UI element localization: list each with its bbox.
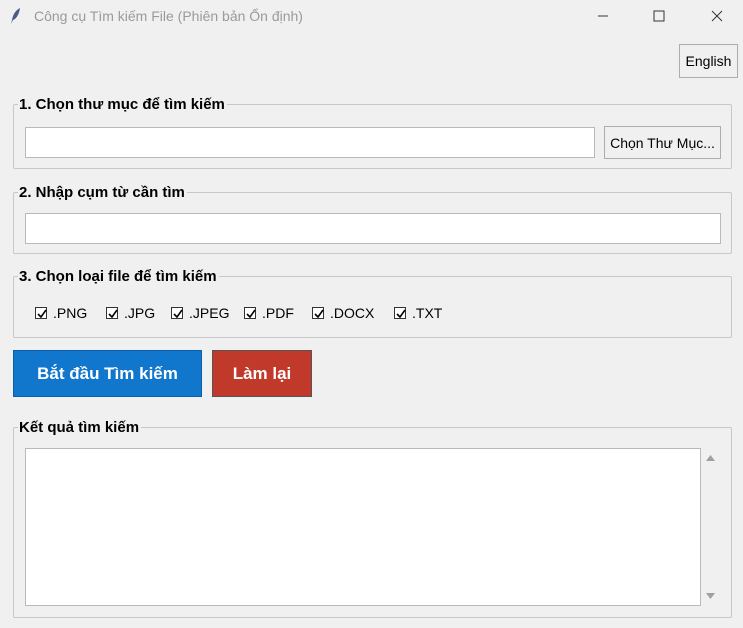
checkbox-icon[interactable] <box>106 307 118 319</box>
maximize-button[interactable] <box>636 0 682 32</box>
maximize-icon <box>653 10 665 22</box>
filetype-checkbox-txt[interactable]: .TXT <box>394 304 442 322</box>
folder-legend: 1. Chọn thư mục để tìm kiếm <box>18 96 227 114</box>
phrase-legend: 2. Nhập cụm từ cần tìm <box>18 184 187 202</box>
results-textarea[interactable] <box>25 448 701 606</box>
filetype-label: .TXT <box>412 305 443 321</box>
language-button[interactable]: English <box>679 44 738 78</box>
filetype-checkbox-png[interactable]: .PNG <box>35 304 87 322</box>
checkbox-icon[interactable] <box>394 307 406 319</box>
start-search-button[interactable]: Bắt đầu Tìm kiếm <box>13 350 202 397</box>
filetype-label: .PDF <box>262 305 294 321</box>
results-legend: Kết quả tìm kiếm <box>18 419 142 437</box>
close-button[interactable] <box>694 0 740 32</box>
scroll-up-icon[interactable] <box>705 453 716 462</box>
scroll-down-icon[interactable] <box>705 592 716 601</box>
filetype-label: .JPG <box>124 305 156 321</box>
checkbox-icon[interactable] <box>244 307 256 319</box>
results-scrollbar[interactable] <box>701 448 720 606</box>
minimize-icon <box>598 15 608 17</box>
filetype-checkbox-pdf[interactable]: .PDF <box>244 304 294 322</box>
browse-folder-button[interactable]: Chọn Thư Mục... <box>604 126 721 159</box>
phrase-input[interactable] <box>25 213 721 244</box>
minimize-button[interactable] <box>580 0 626 32</box>
filetype-checkbox-docx[interactable]: .DOCX <box>312 304 374 322</box>
close-icon <box>711 10 723 22</box>
window-title: Công cụ Tìm kiếm File (Phiên bản Ổn định… <box>34 8 303 24</box>
feather-icon <box>11 8 20 24</box>
checkbox-icon[interactable] <box>171 307 183 319</box>
filetype-label: .DOCX <box>330 305 375 321</box>
checkbox-icon[interactable] <box>312 307 324 319</box>
filetype-label: .PNG <box>53 305 88 321</box>
filetype-checkbox-jpeg[interactable]: .JPEG <box>171 304 229 322</box>
reset-button[interactable]: Làm lại <box>212 350 312 397</box>
filetype-checkbox-jpg[interactable]: .JPG <box>106 304 155 322</box>
title-bar: Công cụ Tìm kiếm File (Phiên bản Ổn định… <box>0 0 743 32</box>
folder-path-input[interactable] <box>25 127 595 158</box>
checkbox-icon[interactable] <box>35 307 47 319</box>
filetype-legend: 3. Chọn loại file để tìm kiếm <box>18 268 219 286</box>
filetype-label: .JPEG <box>189 305 230 321</box>
